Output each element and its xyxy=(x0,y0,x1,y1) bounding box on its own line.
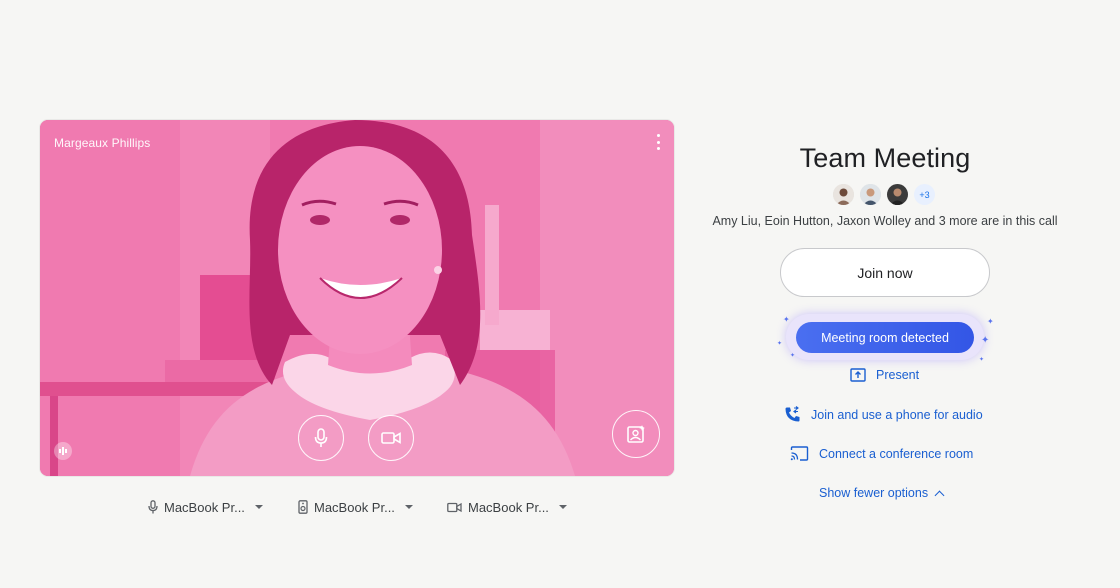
chevron-up-icon xyxy=(934,490,945,500)
speaker-device-select[interactable]: MacBook Pr... xyxy=(298,498,413,516)
phone-forward-icon xyxy=(785,406,800,422)
camera-icon xyxy=(381,432,401,444)
chevron-down-icon xyxy=(404,505,413,509)
meeting-room-detected-button[interactable]: Meeting room detected xyxy=(796,322,974,353)
chevron-down-icon xyxy=(254,505,263,509)
camera-device-label: MacBook Pr... xyxy=(468,499,549,515)
chevron-down-icon xyxy=(558,505,567,509)
avatar xyxy=(860,184,881,205)
camera-device-select[interactable]: MacBook Pr... xyxy=(447,498,567,516)
join-now-button[interactable]: Join now xyxy=(780,248,990,297)
speaker-icon xyxy=(298,500,308,514)
video-preview: Margeaux Phillips xyxy=(40,120,674,476)
camera-icon xyxy=(447,502,462,512)
phone-audio-label: Join and use a phone for audio xyxy=(811,407,983,422)
sparkle-icon: ✦ xyxy=(979,357,985,363)
camera-feed-image xyxy=(40,120,674,476)
avatar xyxy=(833,184,854,205)
speaker-device-label: MacBook Pr... xyxy=(314,499,395,515)
visual-effects-button[interactable] xyxy=(612,410,660,458)
phone-audio-button[interactable]: Join and use a phone for audio xyxy=(784,406,983,423)
background-effects-icon xyxy=(627,425,645,443)
show-fewer-options-label: Show fewer options xyxy=(819,486,929,500)
microphone-device-select[interactable]: MacBook Pr... xyxy=(148,498,263,516)
meeting-title: Team Meeting xyxy=(799,143,971,173)
more-participants-badge: +3 xyxy=(914,184,935,205)
conference-room-button[interactable]: Connect a conference room xyxy=(790,446,973,461)
show-fewer-options-button[interactable]: Show fewer options xyxy=(819,486,945,500)
audio-level-icon xyxy=(54,442,72,460)
sparkle-icon: ✦ xyxy=(981,335,990,346)
camera-toggle-button[interactable] xyxy=(368,415,414,461)
sparkle-icon: ✦ xyxy=(777,341,783,347)
microphone-icon xyxy=(148,500,158,514)
microphone-toggle-button[interactable] xyxy=(298,415,344,461)
sparkle-icon: ✦ xyxy=(783,315,790,324)
participant-name: Margeaux Phillips xyxy=(54,136,151,150)
sparkle-icon: ✦ xyxy=(790,353,796,359)
microphone-device-label: MacBook Pr... xyxy=(164,499,245,515)
conference-room-label: Connect a conference room xyxy=(819,446,974,461)
microphone-icon xyxy=(314,428,328,447)
participant-avatars: +3 xyxy=(833,184,935,205)
cast-icon xyxy=(790,446,809,461)
sparkle-icon: ✦ xyxy=(987,317,994,326)
present-icon xyxy=(850,368,866,382)
more-options-icon[interactable] xyxy=(652,132,664,152)
present-button[interactable]: Present xyxy=(850,368,919,382)
avatar xyxy=(887,184,908,205)
present-label: Present xyxy=(876,368,920,382)
participants-in-call-text: Amy Liu, Eoin Hutton, Jaxon Wolley and 3… xyxy=(712,214,1058,228)
